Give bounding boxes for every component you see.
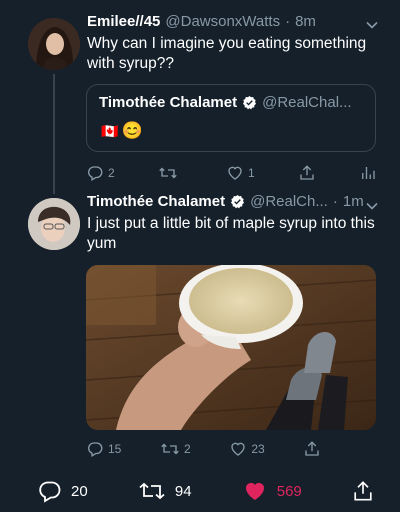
heart-filled-icon bbox=[245, 483, 264, 500]
heart-icon bbox=[231, 442, 246, 456]
chevron-down-icon[interactable] bbox=[366, 199, 378, 211]
bottom-share-button[interactable] bbox=[352, 479, 374, 503]
bottom-retweet-count: 94 bbox=[174, 482, 192, 500]
bottom-action-bar: 20 94 569 bbox=[0, 470, 400, 512]
bottom-like-count: 569 bbox=[276, 482, 302, 500]
tweet2-like-count: 23 bbox=[251, 442, 265, 456]
quote-text: 🇨🇦 😊 bbox=[101, 121, 143, 141]
reply-icon bbox=[88, 166, 103, 181]
tweet1-time[interactable]: 8m bbox=[295, 13, 316, 30]
tweet1-text: Why can I imagine you eating something w… bbox=[87, 35, 367, 72]
tweet2-time[interactable]: 1m bbox=[343, 193, 364, 210]
retweet-icon bbox=[161, 443, 179, 455]
canada-flag-emoji: 🇨🇦 bbox=[101, 122, 119, 139]
tweet2-separator: · bbox=[332, 193, 338, 210]
retweet-icon bbox=[159, 167, 178, 179]
tweet2-share-button[interactable] bbox=[303, 440, 321, 458]
retweet-icon bbox=[139, 482, 165, 500]
tweet1-retweet-button[interactable] bbox=[158, 164, 182, 182]
bottom-retweet-button[interactable]: 94 bbox=[138, 479, 192, 503]
avatar-emilee[interactable] bbox=[28, 18, 80, 70]
tweet2-retweet-count: 2 bbox=[184, 442, 191, 456]
tweet1-analytics-button[interactable] bbox=[360, 164, 376, 182]
share-icon bbox=[305, 441, 320, 456]
tweet1-like-count: 1 bbox=[248, 166, 255, 180]
tweet1-header: Emilee//45 @DawsonxWatts · 8m bbox=[87, 13, 316, 30]
quote-display-name: Timothée Chalamet bbox=[99, 94, 238, 111]
tweet2-reply-button[interactable]: 15 bbox=[86, 440, 121, 458]
heart-icon bbox=[228, 166, 242, 180]
verified-badge-icon bbox=[230, 194, 245, 209]
smiling-face-emoji: 😊 bbox=[121, 121, 143, 140]
bottom-like-button[interactable]: 569 bbox=[242, 479, 302, 503]
verified-badge-icon bbox=[242, 95, 257, 110]
share-icon bbox=[354, 481, 372, 501]
avatar-timothee[interactable] bbox=[28, 198, 80, 250]
reply-icon bbox=[39, 481, 61, 503]
tweet2-reply-count: 15 bbox=[108, 442, 122, 456]
tweet1-handle[interactable]: @DawsonxWatts bbox=[165, 13, 280, 30]
tweet1-action-bar: 2 1 bbox=[86, 164, 376, 182]
tweet1-reply-count: 2 bbox=[108, 166, 115, 180]
tweet2-handle[interactable]: @RealCh... bbox=[250, 193, 328, 210]
quoted-tweet-card[interactable]: Timothée Chalamet @RealChal... 🇨🇦 😊 bbox=[86, 84, 376, 152]
reply-icon bbox=[88, 442, 103, 457]
tweet2-display-name[interactable]: Timothée Chalamet bbox=[87, 193, 225, 210]
bottom-reply-button[interactable]: 20 bbox=[38, 479, 88, 503]
tweet2-media-photo[interactable] bbox=[86, 265, 376, 430]
bottom-reply-count: 20 bbox=[71, 482, 88, 500]
thread-connector-line bbox=[53, 74, 55, 194]
tweet1-like-button[interactable]: 1 bbox=[226, 164, 255, 182]
tweet1-display-name[interactable]: Emilee//45 bbox=[87, 13, 160, 30]
tweet2-like-button[interactable]: 23 bbox=[229, 440, 265, 458]
tweet1-separator: · bbox=[285, 13, 291, 30]
tweet2-action-bar: 15 2 23 bbox=[86, 440, 376, 458]
chevron-down-icon[interactable] bbox=[366, 18, 378, 30]
analytics-icon bbox=[362, 167, 375, 179]
tweet2-text: I just put a little bit of maple syrup i… bbox=[87, 215, 375, 252]
quote-handle: @RealChal... bbox=[262, 94, 352, 111]
tweet2-retweet-button[interactable]: 2 bbox=[160, 440, 191, 458]
tweet2-header: Timothée Chalamet @RealCh... · 1m bbox=[87, 193, 364, 210]
tweet1-share-button[interactable] bbox=[298, 164, 316, 182]
tweet1-reply-button[interactable]: 2 bbox=[86, 164, 115, 182]
share-icon bbox=[300, 165, 315, 180]
